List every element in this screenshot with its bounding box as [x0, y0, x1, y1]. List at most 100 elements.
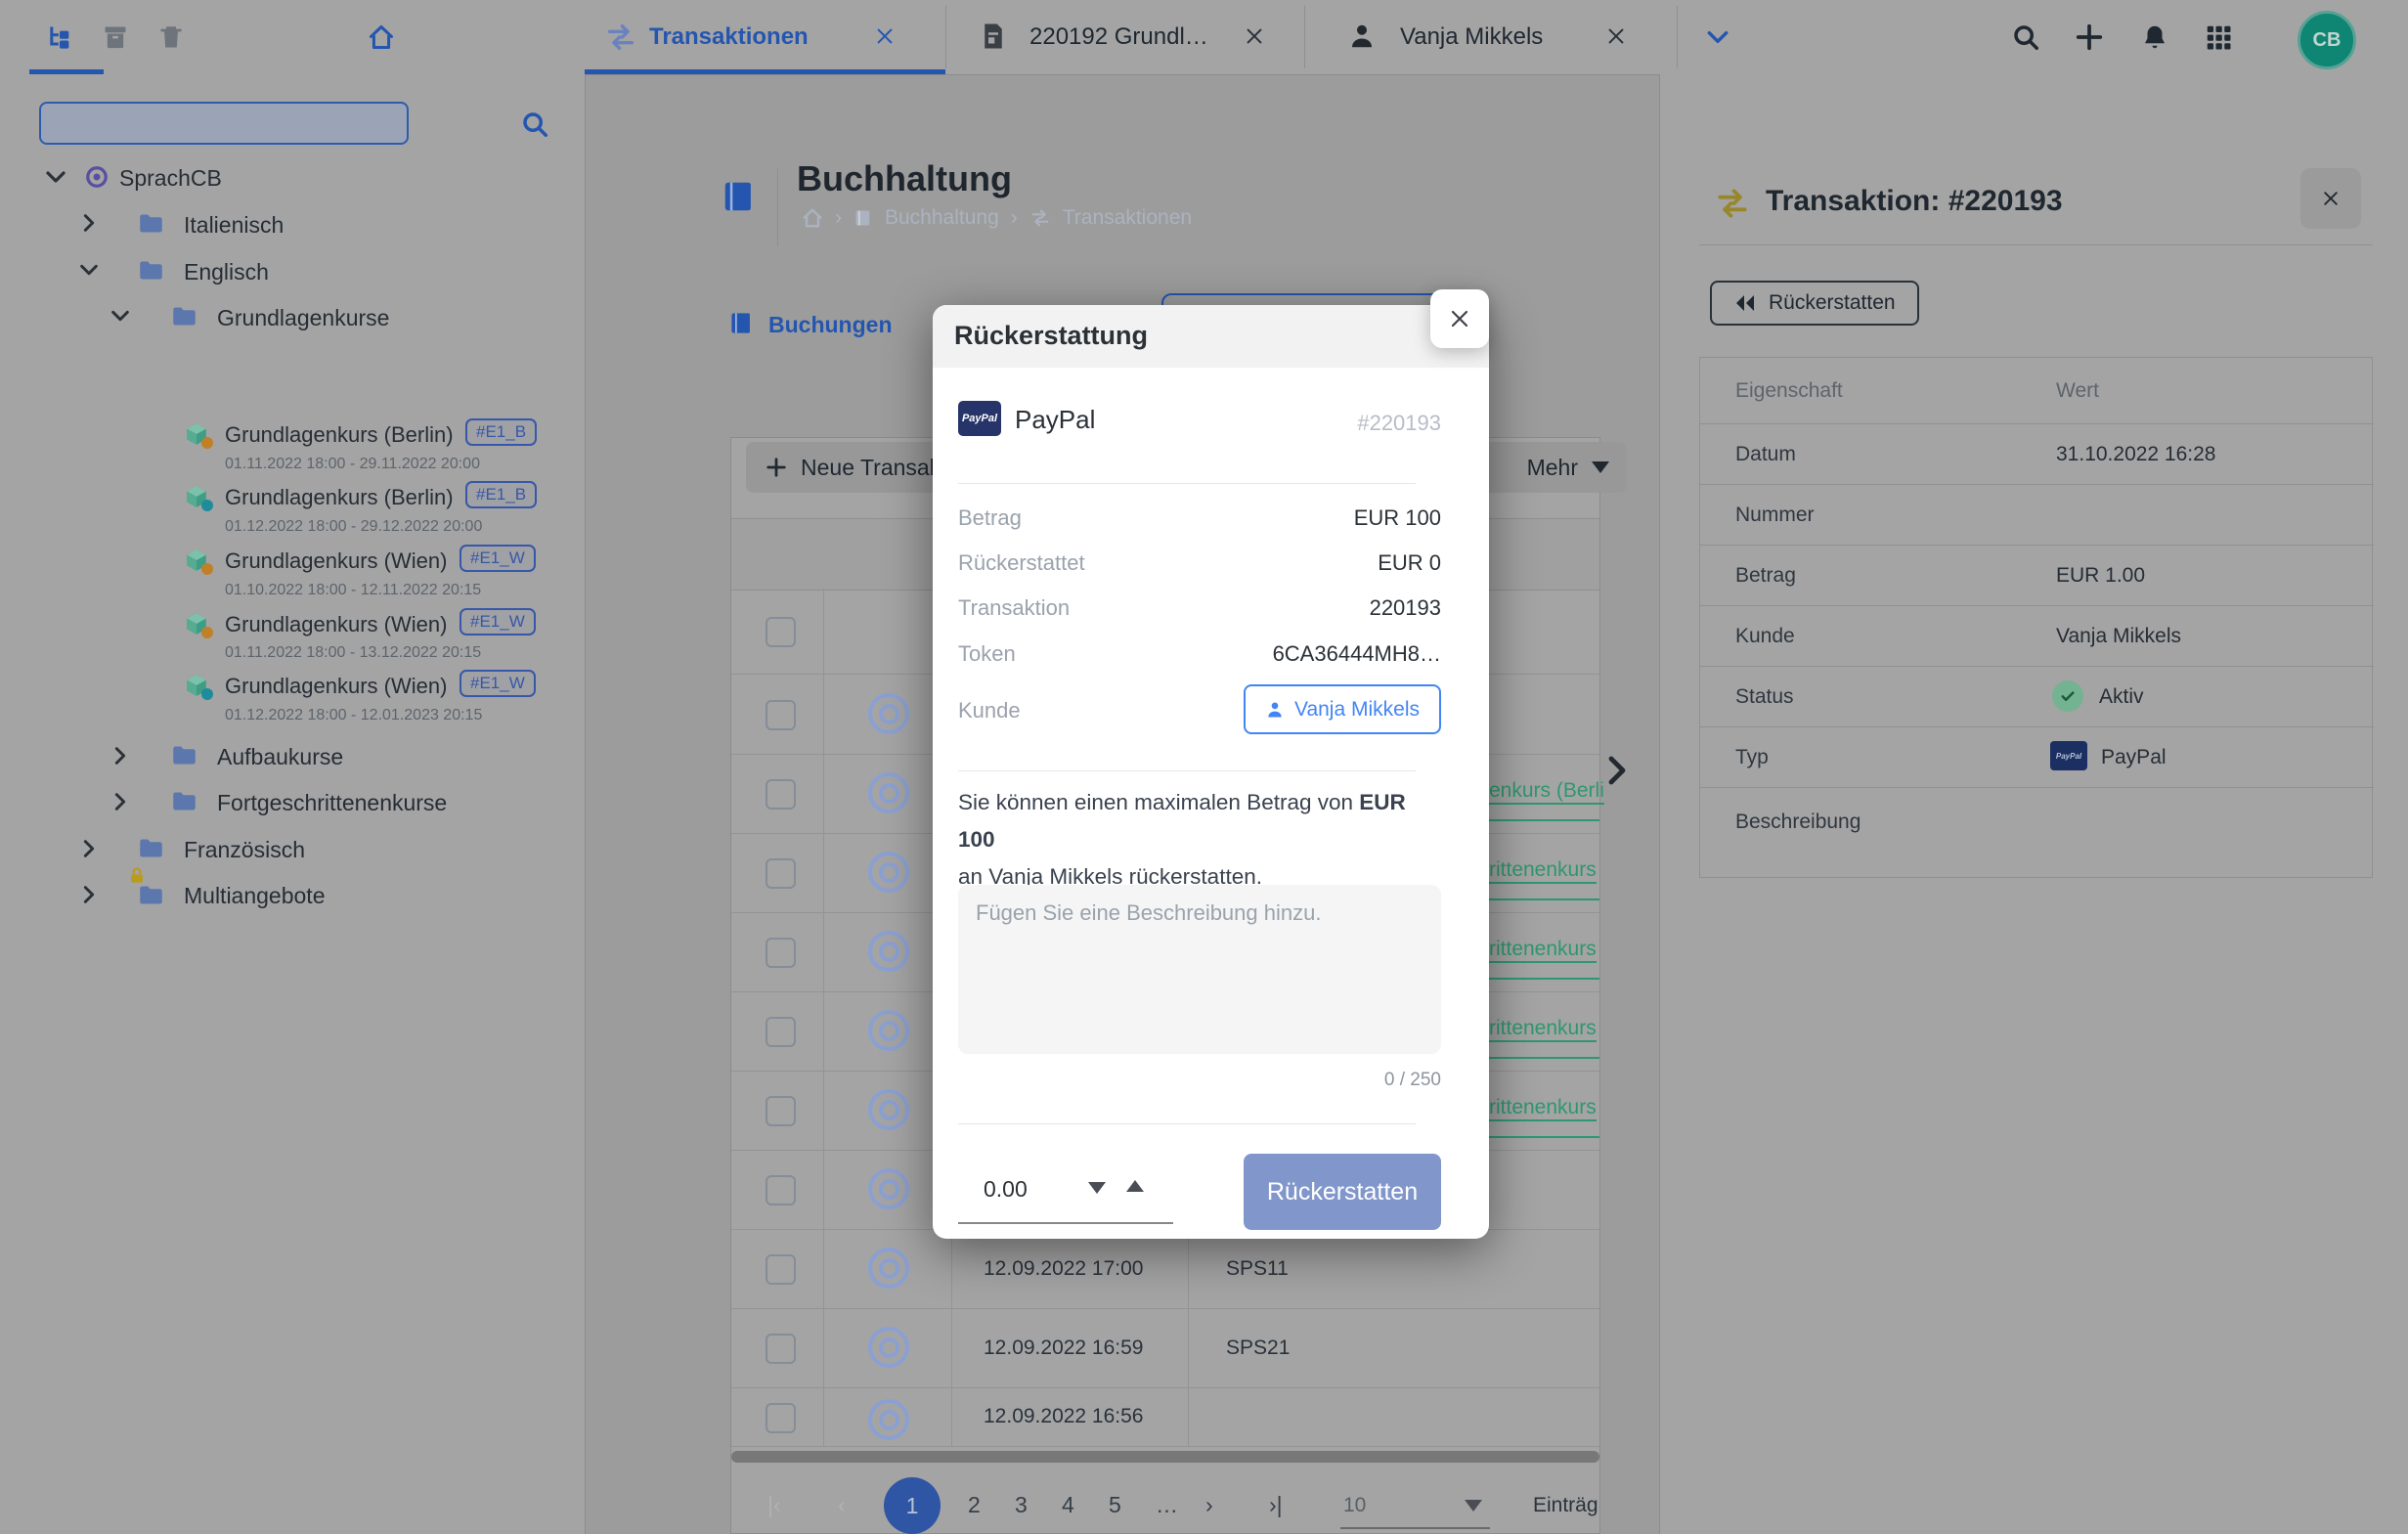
pagination-page-4[interactable]: 4 [1062, 1492, 1074, 1518]
tab-buchungen[interactable]: Buchungen [768, 312, 893, 338]
table-row[interactable]: 12.09.2022 16:56 [731, 1387, 1599, 1447]
amount-input[interactable] [982, 1175, 1073, 1204]
field-value: EUR 0 [1378, 550, 1441, 576]
breadcrumb-transaktionen[interactable]: Transaktionen [1063, 206, 1192, 230]
tree-view-icon[interactable] [46, 23, 73, 51]
archive-icon[interactable] [102, 23, 129, 51]
pagination-next[interactable]: › [1205, 1492, 1213, 1518]
breadcrumb-home-icon[interactable] [802, 207, 823, 229]
target-icon[interactable] [868, 1327, 909, 1368]
tree-item-sprachcb[interactable]: SprachCB [119, 165, 222, 192]
tab-list-chevron-icon[interactable] [1705, 24, 1730, 50]
notifications-bell-icon[interactable] [2140, 22, 2169, 52]
row-checkbox[interactable] [766, 1096, 796, 1126]
chevron-right-icon[interactable] [78, 838, 100, 859]
apps-grid-icon[interactable] [2204, 22, 2233, 52]
prop-label: Betrag [1735, 564, 1796, 588]
row-checkbox[interactable] [766, 1017, 796, 1047]
amount-decrease-icon[interactable] [1088, 1182, 1106, 1194]
row-checkbox[interactable] [766, 779, 796, 810]
row-checkbox[interactable] [766, 1175, 796, 1205]
description-textarea[interactable] [958, 885, 1441, 1054]
breadcrumb-transfer-icon [1029, 207, 1051, 229]
tree-item-franzoesisch[interactable]: Französisch [184, 837, 305, 863]
course-link[interactable]: enkurs (Berli [1489, 779, 1604, 805]
panel-close-button[interactable] [2300, 168, 2361, 229]
refund-button[interactable]: Rückerstatten [1710, 281, 1919, 326]
row-checkbox[interactable] [766, 938, 796, 968]
target-icon[interactable] [868, 1168, 909, 1209]
home-icon[interactable] [368, 23, 395, 51]
horizontal-scrollbar[interactable] [731, 1451, 1599, 1463]
target-icon[interactable] [868, 772, 909, 813]
modal-close-button[interactable] [1430, 289, 1489, 348]
tree-item-course[interactable]: Grundlagenkurs (Berlin) [225, 422, 454, 448]
tree-item-course[interactable]: Grundlagenkurs (Berlin) [225, 485, 454, 510]
target-icon[interactable] [868, 693, 909, 734]
sidebar-search-icon[interactable] [520, 110, 549, 139]
folder-icon [138, 882, 164, 908]
tree-item-fortgeschrittenenkurse[interactable]: Fortgeschrittenenkurse [217, 790, 447, 816]
pagination-last[interactable]: ›| [1269, 1492, 1283, 1518]
chevron-down-icon[interactable] [44, 165, 67, 189]
target-icon[interactable] [868, 852, 909, 893]
target-icon[interactable] [868, 1010, 909, 1051]
chevron-down-icon[interactable] [78, 259, 100, 281]
search-icon[interactable] [2011, 22, 2040, 52]
tree-item-course[interactable]: Grundlagenkurs (Wien) [225, 612, 447, 637]
close-icon[interactable] [1244, 25, 1265, 47]
tree-item-multiangebote[interactable]: Multiangebote [184, 883, 326, 909]
close-icon[interactable] [874, 25, 896, 47]
table-row[interactable]: 12.09.2022 16:59 SPS21 [731, 1308, 1599, 1388]
pagination-page-3[interactable]: 3 [1015, 1492, 1028, 1518]
tree-item-aufbaukurse[interactable]: Aufbaukurse [217, 744, 343, 770]
pagination-page-2[interactable]: 2 [968, 1492, 981, 1518]
course-link[interactable]: rittenenkurs [1489, 1017, 1597, 1042]
tree-item-course[interactable]: Grundlagenkurs (Wien) [225, 548, 447, 574]
row-checkbox[interactable] [766, 700, 796, 730]
target-icon[interactable] [868, 1089, 909, 1130]
tree-item-italienisch[interactable]: Italienisch [184, 212, 284, 239]
avatar[interactable]: CB [2298, 11, 2356, 69]
pagination-prev[interactable]: ‹ [838, 1492, 846, 1518]
table-row[interactable]: 12.09.2022 17:00 SPS11 [731, 1229, 1599, 1309]
close-icon[interactable] [1605, 25, 1627, 47]
tree-item-course[interactable]: Grundlagenkurs (Wien) [225, 674, 447, 699]
app-screen: Transaktionen 220192 Grundl… Vanja Mikke… [0, 0, 2408, 1534]
tab-vanja-mikkels[interactable]: Vanja Mikkels [1304, 0, 1677, 74]
trash-icon[interactable] [157, 23, 185, 51]
tab-220192-grundl[interactable]: 220192 Grundl… [945, 0, 1304, 74]
tree-item-grundlagenkurse[interactable]: Grundlagenkurse [217, 305, 389, 331]
course-link[interactable]: rittenenkurs [1489, 1096, 1597, 1121]
breadcrumb-buchhaltung[interactable]: Buchhaltung [885, 206, 999, 230]
chevron-down-icon[interactable] [109, 305, 131, 327]
target-icon[interactable] [868, 1248, 909, 1289]
row-checkbox[interactable] [766, 1334, 796, 1364]
expand-panel-chevron[interactable] [1599, 753, 1635, 788]
course-link[interactable]: rittenenkurs [1489, 858, 1597, 884]
per-page-caret-icon[interactable] [1465, 1500, 1482, 1512]
customer-button[interactable]: Vanja Mikkels [1244, 684, 1441, 734]
prop-row-typ: Typ PayPal PayPal [1700, 726, 2374, 788]
chevron-right-icon[interactable] [109, 745, 131, 767]
course-link[interactable]: rittenenkurs [1489, 938, 1597, 963]
per-page-select[interactable]: 10 [1343, 1494, 1366, 1517]
chevron-right-icon[interactable] [78, 884, 100, 905]
tree-item-englisch[interactable]: Englisch [184, 259, 269, 285]
add-icon[interactable] [2075, 22, 2104, 52]
target-icon[interactable] [868, 1399, 909, 1440]
pagination-page-1[interactable]: 1 [884, 1477, 941, 1534]
row-checkbox[interactable] [766, 858, 796, 889]
pagination-page-5[interactable]: 5 [1109, 1492, 1121, 1518]
select-all-checkbox[interactable] [766, 617, 796, 647]
chevron-right-icon[interactable] [109, 791, 131, 812]
row-checkbox[interactable] [766, 1254, 796, 1285]
pagination-first[interactable]: |‹ [767, 1492, 781, 1518]
refund-submit-button[interactable]: Rückerstatten [1244, 1154, 1441, 1230]
amount-increase-icon[interactable] [1126, 1180, 1144, 1192]
sidebar-search-input[interactable] [39, 102, 409, 145]
target-icon[interactable] [868, 931, 909, 972]
chevron-right-icon[interactable] [78, 212, 100, 234]
row-checkbox[interactable] [766, 1403, 796, 1433]
tab-transaktionen[interactable]: Transaktionen [585, 0, 945, 74]
